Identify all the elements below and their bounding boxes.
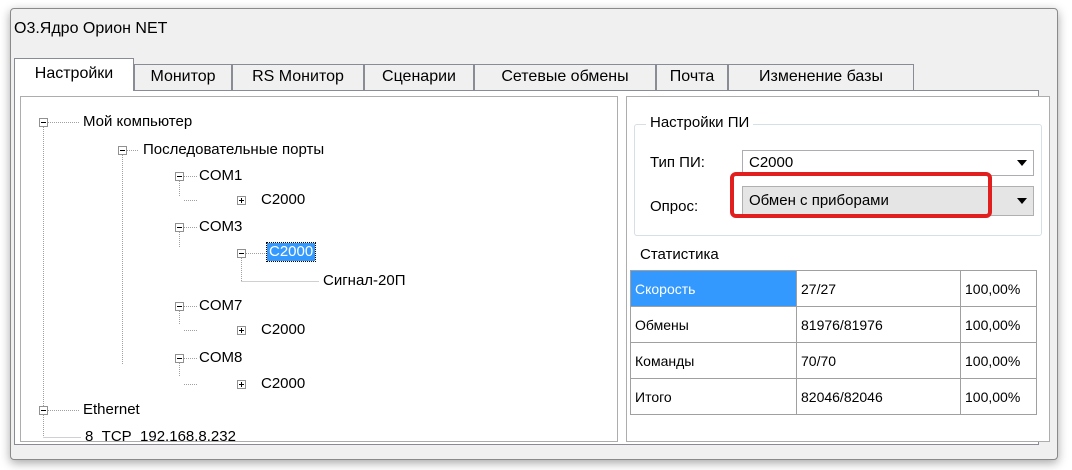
chevron-down-icon xyxy=(1017,160,1027,166)
expand-com8-icon[interactable] xyxy=(175,354,184,363)
stat-percent: 100,00% xyxy=(960,342,1037,379)
tree-node-com7-c2000[interactable]: C2000 xyxy=(261,321,305,339)
tab-scenarios[interactable]: Сценарии xyxy=(364,64,474,90)
stat-value: 70/70 xyxy=(796,342,961,379)
tree-node-my-computer[interactable]: Мой компьютер xyxy=(83,113,192,131)
expand-com8-device-icon[interactable] xyxy=(237,380,246,389)
chevron-down-icon xyxy=(1017,198,1027,204)
device-tree[interactable]: Мой компьютер Последовательные порты COM… xyxy=(20,96,618,442)
tree-node-ethernet[interactable]: Ethernet xyxy=(83,401,140,419)
table-row[interactable]: Скорость 27/27 100,00% xyxy=(630,270,1037,307)
stat-name: Команды xyxy=(630,342,797,379)
tab-mail[interactable]: Почта xyxy=(656,64,728,90)
expand-root-icon[interactable] xyxy=(39,118,48,127)
table-row[interactable]: Команды 70/70 100,00% xyxy=(630,342,1037,379)
pi-settings-group xyxy=(634,124,1042,236)
expand-com3-device-icon[interactable] xyxy=(237,249,246,258)
tree-node-signal-20p[interactable]: Сигнал-20П xyxy=(323,272,406,290)
statistics-title: Статистика xyxy=(640,246,719,263)
tree-node-com8[interactable]: COM8 xyxy=(199,349,242,367)
pi-type-label: Тип ПИ: xyxy=(650,154,705,171)
poll-mode-select[interactable]: Обмен с приборами xyxy=(742,186,1034,216)
tree-node-com1-c2000[interactable]: C2000 xyxy=(261,191,305,209)
tree-node-com3-c2000[interactable]: C2000 xyxy=(265,242,317,262)
expand-com3-icon[interactable] xyxy=(175,223,184,232)
tab-network-exchanges[interactable]: Сетевые обмены xyxy=(474,64,656,90)
poll-label: Опрос: xyxy=(650,198,699,215)
statistics-table: Скорость 27/27 100,00% Обмены 81976/8197… xyxy=(630,270,1037,415)
expand-com7-device-icon[interactable] xyxy=(237,326,246,335)
tree-node-com3[interactable]: COM3 xyxy=(199,218,242,236)
expand-com1-icon[interactable] xyxy=(175,172,184,181)
window-title: О3.Ядро Орион NET xyxy=(14,20,168,37)
pi-type-select[interactable]: C2000 xyxy=(742,150,1034,176)
tab-db-changes[interactable]: Изменение базы xyxy=(728,64,914,90)
stat-percent: 100,00% xyxy=(960,378,1037,415)
table-row[interactable]: Обмены 81976/81976 100,00% xyxy=(630,306,1037,343)
stat-name: Скорость xyxy=(630,270,797,307)
stat-name: Обмены xyxy=(630,306,797,343)
table-row[interactable]: Итого 82046/82046 100,00% xyxy=(630,378,1037,415)
tree-node-com8-c2000[interactable]: C2000 xyxy=(261,375,305,393)
tab-monitor[interactable]: Монитор xyxy=(134,64,232,90)
stat-percent: 100,00% xyxy=(960,306,1037,343)
tree-node-com1[interactable]: COM1 xyxy=(199,167,242,185)
poll-mode-value: Обмен с приборами xyxy=(749,192,889,209)
stat-name: Итого xyxy=(630,378,797,415)
stat-value: 82046/82046 xyxy=(796,378,961,415)
pi-settings-title: Настройки ПИ xyxy=(646,114,754,131)
stat-value: 81976/81976 xyxy=(796,306,961,343)
tree-node-tcp[interactable]: 8_TCP_192.168.8.232 xyxy=(85,428,236,441)
pi-type-value: C2000 xyxy=(749,154,794,171)
stat-value: 27/27 xyxy=(796,270,961,307)
tree-node-com7[interactable]: COM7 xyxy=(199,297,242,315)
expand-com1-device-icon[interactable] xyxy=(237,196,246,205)
tree-node-serial-ports[interactable]: Последовательные порты xyxy=(143,141,324,159)
expand-serial-icon[interactable] xyxy=(118,146,127,155)
stat-percent: 100,00% xyxy=(960,270,1037,307)
tab-settings[interactable]: Настройки xyxy=(14,58,134,91)
tab-rs-monitor[interactable]: RS Монитор xyxy=(232,64,364,90)
expand-com7-icon[interactable] xyxy=(175,302,184,311)
expand-ethernet-icon[interactable] xyxy=(39,406,48,415)
